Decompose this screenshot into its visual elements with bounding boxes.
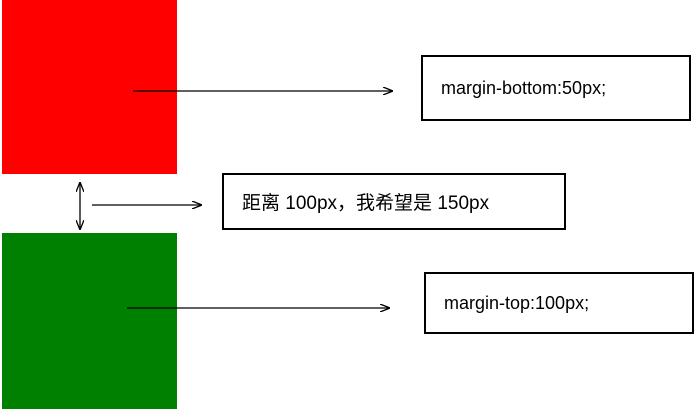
- distance-label: 距离 100px，我希望是 150px: [242, 193, 490, 214]
- red-block: [2, 0, 177, 174]
- margin-bottom-label-box: margin-bottom:50px;: [421, 55, 691, 121]
- margin-top-label-box: margin-top:100px;: [424, 272, 694, 334]
- margin-top-label: margin-top:100px;: [444, 292, 590, 313]
- margin-bottom-label: margin-bottom:50px;: [441, 77, 607, 98]
- distance-label-box: 距离 100px，我希望是 150px: [222, 173, 566, 230]
- green-block: [2, 233, 177, 409]
